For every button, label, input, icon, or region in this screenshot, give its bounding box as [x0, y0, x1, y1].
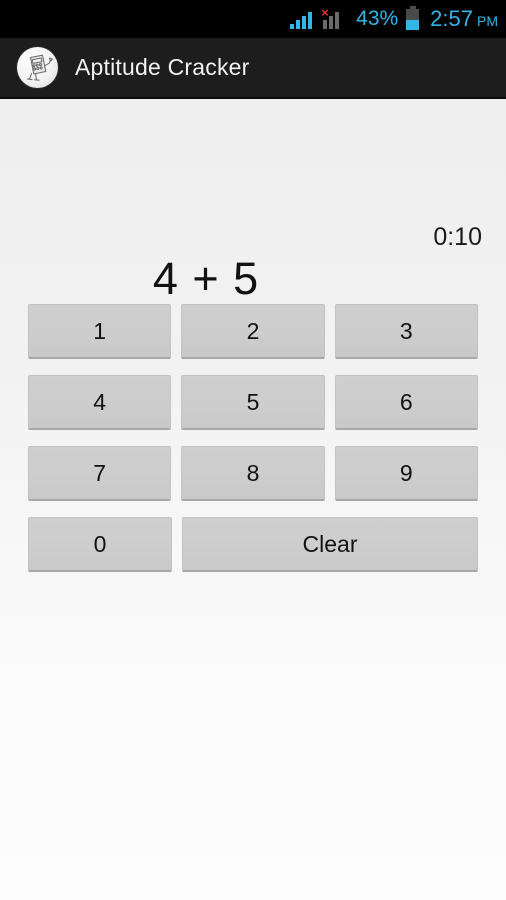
question-text: 4 + 5: [152, 253, 260, 304]
battery-icon: [406, 5, 420, 30]
key-8[interactable]: 8: [181, 446, 325, 501]
key-7[interactable]: 7: [28, 446, 172, 501]
app-title: Aptitude Cracker: [75, 54, 250, 80]
status-bar-right-cluster: × 43% 2:57 PM: [290, 5, 498, 32]
keypad-row: 789: [28, 446, 478, 501]
key-5[interactable]: 5: [181, 375, 325, 430]
key-2[interactable]: 2: [181, 304, 325, 359]
clock-time: 2:57: [430, 6, 473, 31]
key-0[interactable]: 0: [28, 517, 173, 572]
key-9[interactable]: 9: [334, 446, 478, 501]
signal-error-x-icon: ×: [321, 5, 329, 20]
action-bar: Aptitude Cracker: [0, 38, 506, 99]
keypad-row: 0 Clear: [28, 517, 478, 572]
key-4[interactable]: 4: [28, 375, 172, 430]
key-6[interactable]: 6: [334, 375, 478, 430]
app-screen: × 43% 2:57 PM Aptitude Cracker 0:10 4 + …: [0, 0, 506, 900]
battery-level-fill: [406, 20, 420, 30]
signal-bars-icon: [290, 9, 316, 29]
key-1[interactable]: 1: [28, 304, 172, 359]
status-bar: × 43% 2:57 PM: [0, 0, 506, 38]
signal-bars-disabled-icon: ×: [321, 5, 349, 29]
status-bar-clock: 2:57 PM: [430, 6, 498, 32]
main-content: 0:10 4 + 5 1 2 3 4 5 6 7 8 9 0 Clear: [0, 101, 506, 900]
calculator-mascot-icon[interactable]: [17, 47, 58, 88]
keypad-row: 456: [28, 375, 478, 430]
keypad-row: 123: [28, 304, 478, 359]
battery-percent-label: 43%: [356, 7, 399, 30]
key-clear[interactable]: Clear: [182, 517, 478, 572]
key-3[interactable]: 3: [334, 304, 478, 359]
countdown-timer: 0:10: [433, 223, 482, 251]
clock-ampm: PM: [477, 13, 498, 29]
answer-keypad: 1 2 3 4 5 6 7 8 9 0 Clear: [28, 304, 478, 588]
